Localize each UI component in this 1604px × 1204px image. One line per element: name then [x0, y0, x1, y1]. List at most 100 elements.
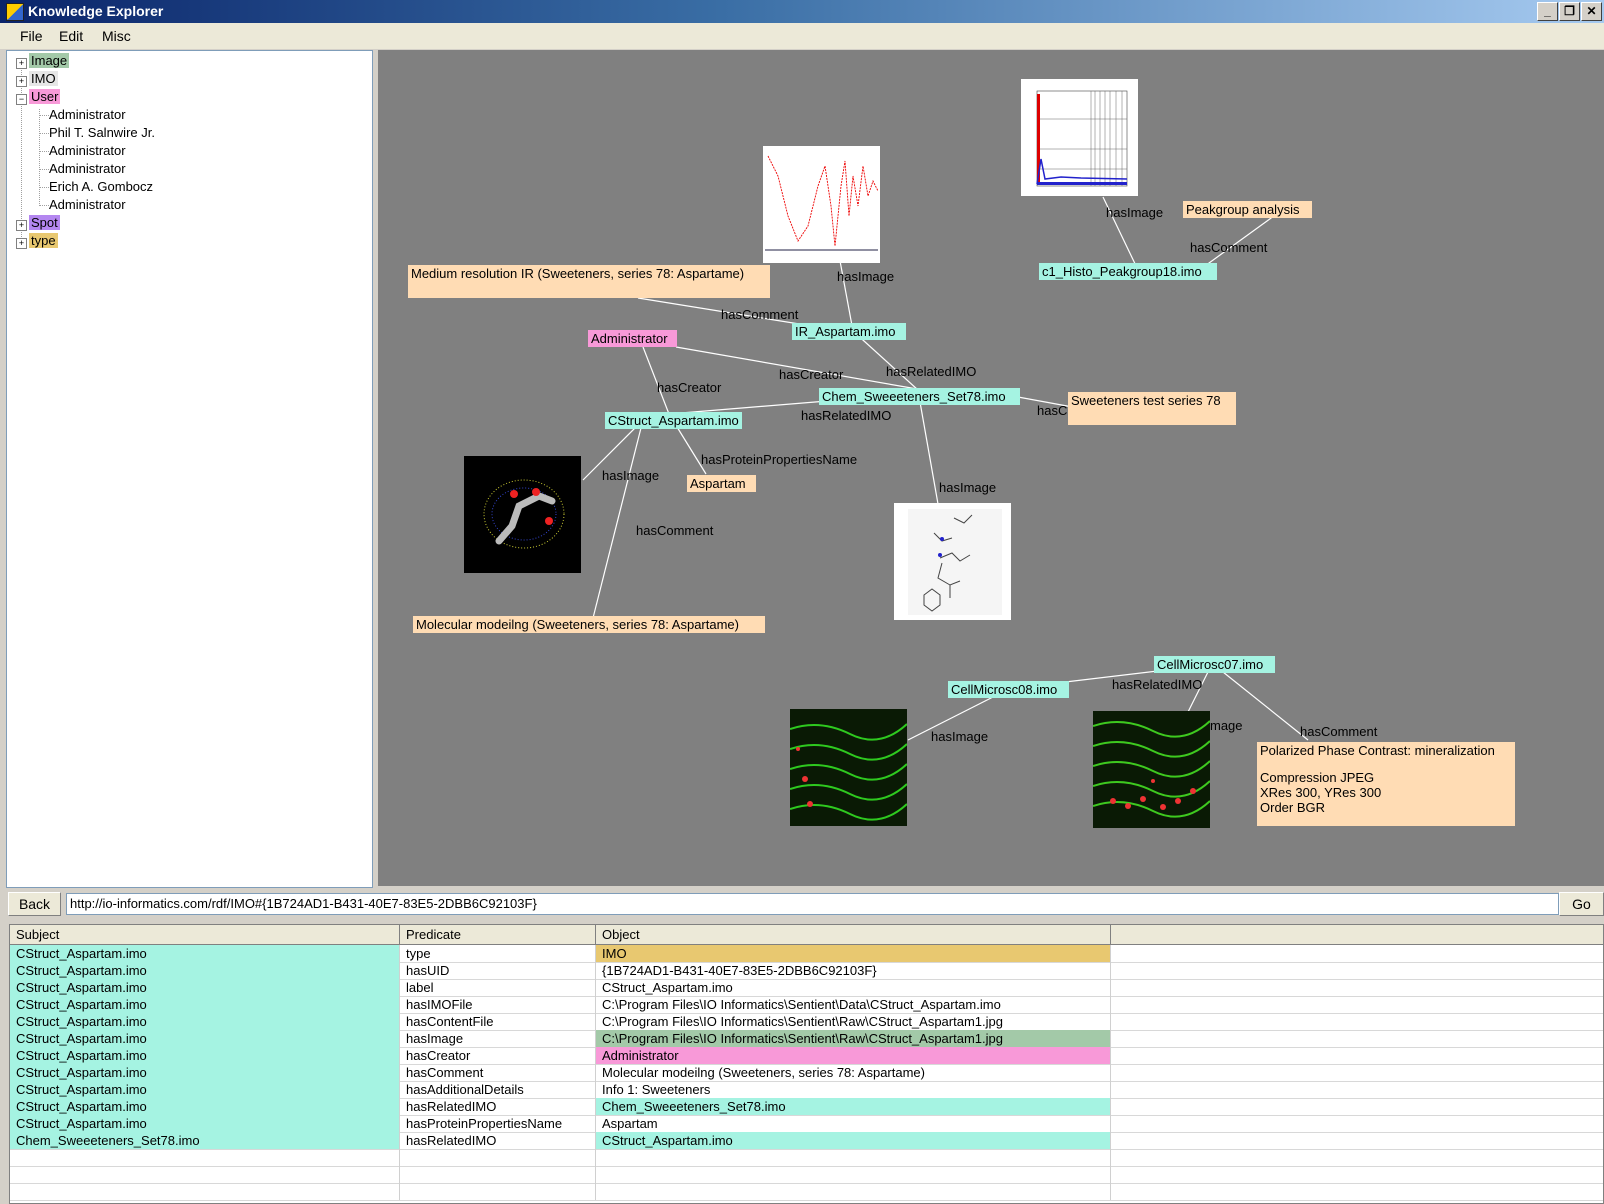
go-button[interactable]: Go — [1559, 892, 1604, 916]
cell-object[interactable]: Chem_Sweeeteners_Set78.imo — [596, 1098, 1111, 1115]
cell-object[interactable] — [596, 1183, 1111, 1200]
cell-subject[interactable]: CStruct_Aspartam.imo — [10, 1115, 400, 1132]
table-row[interactable]: CStruct_Aspartam.imo hasRelatedIMO Chem_Sw… — [10, 1098, 1603, 1116]
node-comment-molecular[interactable]: Molecular modeilng (Sweeteners, series 7… — [413, 616, 765, 633]
cell-object[interactable] — [596, 1166, 1111, 1183]
chemical-structure-thumbnail[interactable] — [894, 503, 1011, 620]
cell-predicate[interactable]: hasRelatedIMO — [400, 1098, 596, 1115]
cell-predicate[interactable]: hasUID — [400, 962, 596, 979]
table-row[interactable]: CStruct_Aspartam.imo hasCreator Administra… — [10, 1047, 1603, 1065]
tree-node-user[interactable]: User — [29, 88, 61, 106]
collapse-user-icon[interactable]: − — [16, 94, 27, 105]
node-aspartam[interactable]: Aspartam — [687, 475, 756, 492]
cell-subject[interactable]: CStruct_Aspartam.imo — [10, 1047, 400, 1064]
cell-predicate[interactable]: hasCreator — [400, 1047, 596, 1064]
node-imo-c1-histo[interactable]: c1_Histo_Peakgroup18.imo — [1039, 263, 1217, 280]
table-row[interactable] — [10, 1149, 1603, 1167]
cell-predicate[interactable]: type — [400, 945, 596, 962]
cell-subject[interactable]: CStruct_Aspartam.imo — [10, 1030, 400, 1047]
cell-subject[interactable] — [10, 1183, 400, 1200]
node-comment-polarized[interactable]: Polarized Phase Contrast: mineralization… — [1257, 742, 1515, 826]
tree-node-imo[interactable]: IMO — [29, 70, 58, 88]
cell-subject[interactable]: CStruct_Aspartam.imo — [10, 1013, 400, 1030]
table-row[interactable] — [10, 1183, 1603, 1201]
table-row[interactable]: CStruct_Aspartam.imo hasComment Molecular … — [10, 1064, 1603, 1082]
table-row[interactable]: CStruct_Aspartam.imo hasImage C:\Program F… — [10, 1030, 1603, 1048]
cell-subject[interactable]: CStruct_Aspartam.imo — [10, 1064, 400, 1081]
cell-subject[interactable]: CStruct_Aspartam.imo — [10, 1098, 400, 1115]
node-user-administrator[interactable]: Administrator — [588, 330, 677, 347]
cell-object[interactable]: CStruct_Aspartam.imo — [596, 979, 1111, 996]
cell-subject[interactable]: CStruct_Aspartam.imo — [10, 996, 400, 1013]
expand-image-icon[interactable]: + — [16, 58, 27, 69]
close-button[interactable]: ✕ — [1581, 2, 1602, 21]
node-imo-ir-aspartam[interactable]: IR_Aspartam.imo — [792, 323, 906, 340]
node-comment-peakgroup[interactable]: Peakgroup analysis — [1183, 201, 1312, 218]
menu-file[interactable]: File — [20, 28, 43, 44]
cell-predicate[interactable]: hasRelatedIMO — [400, 1132, 596, 1149]
tree-user-item[interactable]: Administrator — [49, 196, 126, 214]
histogram-thumbnail[interactable] — [1021, 79, 1138, 196]
cell-empty[interactable] — [1111, 979, 1603, 996]
cell-subject[interactable]: CStruct_Aspartam.imo — [10, 1081, 400, 1098]
cell-subject[interactable]: Chem_Sweeeteners_Set78.imo — [10, 1132, 400, 1149]
table-row[interactable]: CStruct_Aspartam.imo hasAdditionalDetails… — [10, 1081, 1603, 1099]
cell-object[interactable] — [596, 1149, 1111, 1166]
cell-predicate[interactable]: hasProteinPropertiesName — [400, 1115, 596, 1132]
cell-subject[interactable]: CStruct_Aspartam.imo — [10, 979, 400, 996]
cell-object[interactable]: Molecular modeilng (Sweeteners, series 7… — [596, 1064, 1111, 1081]
minimize-button[interactable]: _ — [1537, 2, 1558, 21]
column-header-subject[interactable]: Subject — [10, 925, 400, 944]
cell-empty[interactable] — [1111, 945, 1603, 962]
cell-empty[interactable] — [1111, 1047, 1603, 1064]
cell-subject[interactable]: CStruct_Aspartam.imo — [10, 962, 400, 979]
table-row[interactable]: CStruct_Aspartam.imo hasProteinProperties… — [10, 1115, 1603, 1133]
node-comment-medium-ir[interactable]: Medium resolution IR (Sweeteners, series… — [408, 265, 770, 298]
tree-node-image[interactable]: Image — [29, 52, 70, 70]
cell-object[interactable]: CStruct_Aspartam.imo — [596, 1132, 1111, 1149]
node-imo-cstruct[interactable]: CStruct_Aspartam.imo — [605, 412, 742, 429]
cell-predicate[interactable] — [400, 1183, 596, 1200]
table-row[interactable]: CStruct_Aspartam.imo hasContentFile C:\Pro… — [10, 1013, 1603, 1031]
tree-user-item[interactable]: Administrator — [49, 160, 126, 178]
tree-user-item[interactable]: Administrator — [49, 106, 126, 124]
cell-object[interactable]: C:\Program Files\IO Informatics\Sentient… — [596, 1013, 1111, 1030]
column-header-object[interactable]: Object — [596, 925, 1111, 944]
tree-user-item[interactable]: Erich A. Gombocz — [49, 178, 153, 196]
cell-object[interactable]: {1B724AD1-B431-40E7-83E5-2DBB6C92103F} — [596, 962, 1111, 979]
expand-spot-icon[interactable]: + — [16, 220, 27, 231]
cell-object[interactable]: Aspartam — [596, 1115, 1111, 1132]
cell-object[interactable]: IMO — [596, 945, 1111, 962]
cell-object[interactable]: C:\Program Files\IO Informatics\Sentient… — [596, 996, 1111, 1013]
table-row[interactable]: Chem_Sweeeteners_Set78.imo hasRelatedIMO C… — [10, 1132, 1603, 1150]
menu-misc[interactable]: Misc — [102, 28, 131, 44]
cell-empty[interactable] — [1111, 1081, 1603, 1098]
cell-empty[interactable] — [1111, 1183, 1603, 1200]
node-comment-sweeteners-test[interactable]: Sweeteners test series 78 — [1068, 392, 1236, 425]
expand-imo-icon[interactable]: + — [16, 76, 27, 87]
table-row[interactable] — [10, 1166, 1603, 1184]
table-row[interactable]: CStruct_Aspartam.imo type IMO — [10, 945, 1603, 963]
cell-empty[interactable] — [1111, 1030, 1603, 1047]
tree-user-item[interactable]: Administrator — [49, 142, 126, 160]
cell-predicate[interactable] — [400, 1166, 596, 1183]
cell-empty[interactable] — [1111, 1132, 1603, 1149]
column-header-predicate[interactable]: Predicate — [400, 925, 596, 944]
cell-microscopy-07-thumbnail[interactable] — [1092, 711, 1211, 828]
cell-predicate[interactable] — [400, 1149, 596, 1166]
cell-predicate[interactable]: label — [400, 979, 596, 996]
cell-subject[interactable] — [10, 1149, 400, 1166]
expand-type-icon[interactable]: + — [16, 238, 27, 249]
cell-empty[interactable] — [1111, 1149, 1603, 1166]
cell-predicate[interactable]: hasAdditionalDetails — [400, 1081, 596, 1098]
cell-empty[interactable] — [1111, 1166, 1603, 1183]
cell-object[interactable]: Administrator — [596, 1047, 1111, 1064]
cell-empty[interactable] — [1111, 1064, 1603, 1081]
cell-empty[interactable] — [1111, 996, 1603, 1013]
node-imo-chem-set[interactable]: Chem_Sweeeteners_Set78.imo — [819, 388, 1020, 405]
table-row[interactable]: CStruct_Aspartam.imo label CStruct_Asparta… — [10, 979, 1603, 997]
tree-node-spot[interactable]: Spot — [29, 214, 60, 232]
tree-user-item[interactable]: Phil T. Salnwire Jr. — [49, 124, 155, 142]
cell-empty[interactable] — [1111, 1115, 1603, 1132]
table-row[interactable]: CStruct_Aspartam.imo hasUID {1B724AD1-B431… — [10, 962, 1603, 980]
